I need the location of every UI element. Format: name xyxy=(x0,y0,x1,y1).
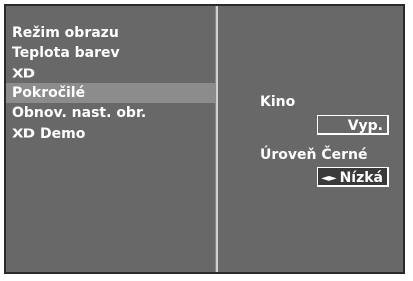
menu-item-obnov-nast-obr[interactable]: Obnov. nast. obr. xyxy=(6,103,215,123)
menu-item-teplota-barev[interactable]: Teplota barev xyxy=(6,43,215,63)
xd-logo: XD xyxy=(12,65,35,81)
kino-value: Vyp. xyxy=(347,118,383,134)
advanced-settings-panel: Kino Vyp. Úroveň Černé ◄► Nízká xyxy=(218,6,403,272)
menu-item-label: Obnov. nast. obr. xyxy=(12,105,147,121)
osd-menu-window: Režim obrazu Teplota barev XD Pokročilé … xyxy=(4,4,405,274)
menu-item-xd[interactable]: XD xyxy=(6,63,215,83)
left-right-arrows-icon: ◄► xyxy=(321,173,337,184)
menu-item-rezim-obrazu[interactable]: Režim obrazu xyxy=(6,23,215,43)
menu-item-label: Teplota barev xyxy=(12,45,120,61)
black-level-value-box[interactable]: ◄► Nízká xyxy=(317,167,389,187)
kino-label: Kino xyxy=(260,94,296,110)
menu-item-xd-demo[interactable]: XD Demo xyxy=(6,123,215,143)
menu-item-label: Pokročilé xyxy=(12,85,86,101)
black-level-value: Nízká xyxy=(339,170,383,186)
menu-item-pokrocile[interactable]: Pokročilé xyxy=(6,83,215,103)
menu-item-label: Režim obrazu xyxy=(12,25,119,41)
xd-logo: XD xyxy=(12,125,35,141)
kino-value-box[interactable]: Vyp. xyxy=(317,115,389,135)
black-level-label: Úroveň Černé xyxy=(260,147,368,163)
picture-menu-list: Režim obrazu Teplota barev XD Pokročilé … xyxy=(6,23,215,143)
menu-item-label: Demo xyxy=(40,126,86,142)
